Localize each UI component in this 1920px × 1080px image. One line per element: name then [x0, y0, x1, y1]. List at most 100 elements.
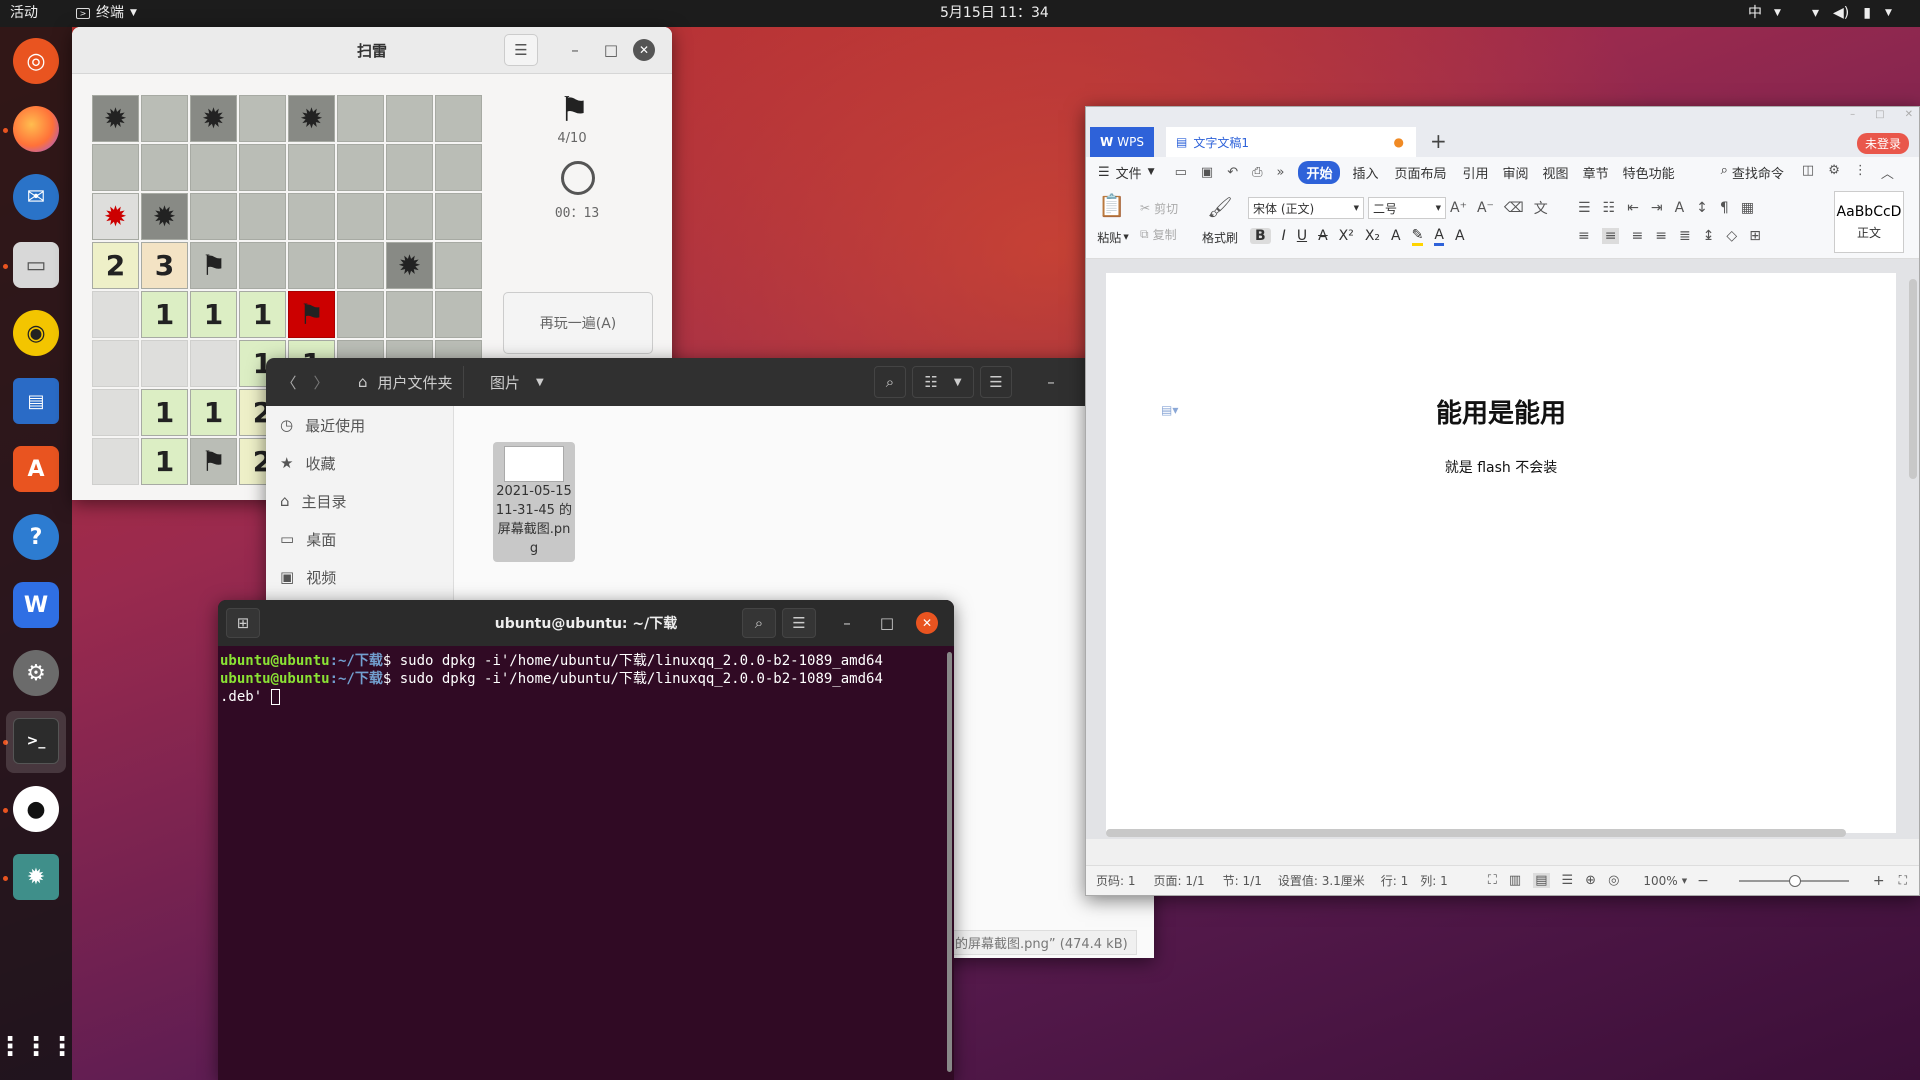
- fullscreen-icon[interactable]: ⛶: [1488, 873, 1497, 888]
- mine-cell-mine[interactable]: ✹: [190, 95, 237, 142]
- activities-button[interactable]: 活动: [10, 0, 38, 27]
- show-apps-button[interactable]: ⋮⋮⋮: [0, 1017, 75, 1077]
- mine-cell-number[interactable]: 1: [190, 389, 237, 436]
- style-normal[interactable]: AaBbCcD 正文: [1834, 191, 1904, 253]
- subscript-icon[interactable]: X₂: [1365, 228, 1380, 244]
- tab-features[interactable]: 特色功能: [1623, 163, 1675, 182]
- mine-cell-number[interactable]: 1: [190, 291, 237, 338]
- italic-icon[interactable]: I: [1282, 228, 1286, 244]
- strikethrough-icon[interactable]: A: [1318, 228, 1328, 244]
- zoom-select[interactable]: 100% ▼: [1643, 874, 1687, 888]
- mine-cell-closed[interactable]: [141, 95, 188, 142]
- mine-cell-closed[interactable]: [239, 95, 286, 142]
- superscript-icon[interactable]: X²: [1339, 228, 1354, 244]
- files-headerbar[interactable]: 〈 〉 ⌂ 用户文件夹 图片 ▼ ⌕ ☷ ▼ ☰ –: [266, 358, 1154, 406]
- dock-files[interactable]: ▭: [8, 235, 64, 295]
- chinese-layout-icon[interactable]: A: [1675, 200, 1685, 216]
- mine-cell-closed[interactable]: [435, 242, 482, 289]
- sidebar-item-starred[interactable]: ★ 收藏: [266, 444, 453, 482]
- mine-cell-mine[interactable]: ✹: [141, 193, 188, 240]
- page-view-icon[interactable]: ▤: [1533, 873, 1550, 888]
- mine-cell-wrong-flag[interactable]: ⚑: [288, 291, 335, 338]
- mine-cell-closed[interactable]: [337, 144, 384, 191]
- mine-cell-closed[interactable]: [386, 193, 433, 240]
- zoom-in-button[interactable]: +: [1873, 873, 1885, 889]
- tab-chapter[interactable]: 章节: [1583, 163, 1609, 182]
- mine-cell-open[interactable]: [92, 291, 139, 338]
- panel-icon[interactable]: ◫: [1802, 163, 1814, 182]
- file-menu[interactable]: ☰ 文件 ▼: [1098, 163, 1155, 182]
- mine-cell-mine[interactable]: ✹: [386, 242, 433, 289]
- mine-cell-number[interactable]: 1: [141, 291, 188, 338]
- dock-ubuntu[interactable]: ◎: [8, 31, 64, 91]
- fit-window-icon[interactable]: ⛶: [1899, 873, 1907, 888]
- mine-cell-number[interactable]: 3: [141, 242, 188, 289]
- file-item[interactable]: 2021-05-15 11-31-45 的屏幕截图.png: [493, 442, 575, 562]
- mine-cell-closed[interactable]: [386, 144, 433, 191]
- borders-icon[interactable]: ▦: [1741, 200, 1754, 216]
- grow-font-icon[interactable]: A⁺: [1450, 200, 1467, 216]
- document-page[interactable]: ▤▾ 能用是能用 就是 flash 不会装: [1106, 273, 1896, 833]
- paste-icon[interactable]: 📋: [1096, 191, 1128, 221]
- mine-cell-closed[interactable]: [190, 144, 237, 191]
- mine-cell-closed[interactable]: [386, 95, 433, 142]
- reading-mode-icon[interactable]: ▥: [1509, 873, 1521, 888]
- horizontal-scrollbar[interactable]: [1106, 829, 1846, 837]
- new-tab-button[interactable]: +: [1430, 129, 1447, 153]
- forward-button[interactable]: 〉: [306, 366, 336, 398]
- mine-cell-closed[interactable]: [337, 291, 384, 338]
- zoom-slider-thumb[interactable]: [1788, 874, 1801, 887]
- cut-button[interactable]: ✂ 剪切: [1140, 199, 1178, 217]
- dock-wps[interactable]: W: [8, 575, 64, 635]
- highlight-icon[interactable]: ✎: [1411, 227, 1424, 246]
- tab-document[interactable]: ▤ 文字文稿1 ●: [1166, 127, 1416, 157]
- mine-cell-closed[interactable]: [239, 242, 286, 289]
- dock-rhythmbox[interactable]: ◉: [8, 303, 64, 363]
- shrink-font-icon[interactable]: A⁻: [1477, 200, 1494, 216]
- close-button[interactable]: ✕: [633, 39, 655, 61]
- mine-cell-closed[interactable]: [337, 95, 384, 142]
- tab-home[interactable]: 开始: [1298, 160, 1341, 184]
- mine-cell-mine[interactable]: ✹: [92, 95, 139, 142]
- clock[interactable]: 5月15日 11：34: [940, 0, 1049, 27]
- font-color-icon[interactable]: A: [1434, 227, 1444, 246]
- sort-icon[interactable]: ↕: [1696, 200, 1708, 216]
- format-painter-button[interactable]: 格式刷: [1196, 227, 1244, 247]
- mine-cell-closed[interactable]: [288, 193, 335, 240]
- align-center-icon[interactable]: ≡: [1601, 228, 1620, 244]
- maximize-button[interactable]: □: [872, 608, 902, 638]
- bold-icon[interactable]: B: [1250, 228, 1271, 244]
- gear-icon[interactable]: ⚙: [1828, 163, 1840, 182]
- menu-button[interactable]: ☰: [782, 608, 816, 638]
- distribute-icon[interactable]: ≣: [1679, 228, 1691, 244]
- mine-cell-closed[interactable]: [288, 144, 335, 191]
- show-marks-icon[interactable]: ¶: [1720, 200, 1729, 216]
- eye-protection-icon[interactable]: ◎: [1608, 873, 1619, 888]
- clear-format-icon[interactable]: ⌫: [1504, 200, 1524, 216]
- mine-cell-closed[interactable]: [92, 144, 139, 191]
- font-select[interactable]: 宋体 (正文) ▼: [1248, 197, 1364, 219]
- mine-cell-flagged[interactable]: ⚑: [190, 438, 237, 485]
- mine-cell-closed[interactable]: [386, 291, 433, 338]
- minimize-icon[interactable]: –: [1850, 109, 1855, 120]
- mine-cell-open[interactable]: [92, 438, 139, 485]
- close-icon[interactable]: ✕: [1905, 109, 1913, 120]
- shading-icon[interactable]: ◇: [1726, 228, 1737, 244]
- tab-view[interactable]: 视图: [1543, 163, 1569, 182]
- sidebar-item-desktop[interactable]: ▭ 桌面: [266, 520, 453, 558]
- search-button[interactable]: ⌕: [742, 608, 776, 638]
- dock-thunderbird[interactable]: ✉: [8, 167, 64, 227]
- mine-cell-flagged[interactable]: ⚑: [190, 242, 237, 289]
- menu-button[interactable]: ☰: [504, 34, 538, 66]
- line-spacing-icon[interactable]: ↨: [1703, 228, 1715, 244]
- bullet-list-icon[interactable]: ☰: [1578, 200, 1591, 216]
- sidebar-item-recent[interactable]: ◷ 最近使用: [266, 406, 453, 444]
- path-current[interactable]: 图片 ▼: [476, 366, 558, 398]
- dock-software[interactable]: A: [8, 439, 64, 499]
- minimize-button[interactable]: –: [832, 608, 862, 638]
- mine-cell-number[interactable]: 2: [92, 242, 139, 289]
- collapse-icon[interactable]: ︿: [1881, 163, 1894, 182]
- save-icon[interactable]: ▣: [1201, 165, 1213, 180]
- mine-cell-closed[interactable]: [435, 95, 482, 142]
- tab-wps[interactable]: W WPS: [1090, 127, 1154, 157]
